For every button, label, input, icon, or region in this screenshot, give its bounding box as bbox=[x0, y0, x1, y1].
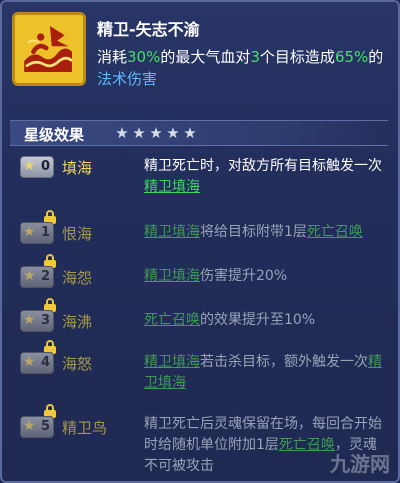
star-icon: ★ bbox=[23, 418, 36, 434]
star-effect-header: 星级效果 ★ ★ ★ ★ ★ bbox=[10, 120, 388, 146]
skill-link[interactable]: 死亡召唤 bbox=[307, 224, 363, 240]
skill-link[interactable]: 死亡召唤 bbox=[144, 312, 200, 328]
desc-text: 个目标造成 bbox=[259, 48, 335, 66]
star-icon: ★ bbox=[115, 124, 129, 142]
effect-text: 将给目标附带1层 bbox=[200, 224, 307, 240]
skill-link[interactable]: 精卫填海 bbox=[144, 179, 200, 195]
effect-description: 精卫填海若击杀目标，额外触发一次精卫填海 bbox=[144, 352, 390, 394]
skill-panel: 精卫-矢志不渝 消耗30%的最大气血对3个目标造成65%的 法术伤害 星级效果 … bbox=[0, 0, 400, 483]
star-icon: ★ bbox=[23, 158, 36, 174]
effect-name: 海沸 bbox=[62, 313, 93, 331]
star-level-number: 2 bbox=[41, 269, 51, 284]
star-icon: ★ bbox=[166, 124, 180, 142]
star-icon: ★ bbox=[132, 124, 146, 142]
water-wave-bird-icon[interactable] bbox=[12, 12, 86, 86]
watermark: 九游网 bbox=[330, 452, 390, 476]
section-title: 星级效果 bbox=[24, 126, 85, 144]
effect-name: 恨海 bbox=[62, 225, 93, 243]
effect-text: 精卫死亡时，对敌方所有目标触发一次 bbox=[144, 158, 382, 174]
desc-target-count: 3 bbox=[250, 48, 260, 66]
desc-text: 的最大气血对 bbox=[160, 48, 251, 66]
skill-description: 消耗30%的最大气血对3个目标造成65%的 法术伤害 bbox=[97, 46, 392, 90]
effect-description: 精卫死亡时，对敌方所有目标触发一次精卫填海 bbox=[144, 156, 390, 198]
star-icon: ★ bbox=[183, 124, 197, 142]
effect-text: 的效果提升至10% bbox=[200, 312, 316, 328]
star-rating: ★ ★ ★ ★ ★ bbox=[114, 125, 198, 141]
skill-link[interactable]: 死亡召唤 bbox=[279, 437, 335, 453]
star-icon: ★ bbox=[149, 124, 163, 142]
effect-name: 填海 bbox=[62, 159, 93, 177]
damage-type: 法术伤害 bbox=[97, 70, 158, 88]
effect-description: 精卫填海伤害提升20% bbox=[144, 266, 390, 287]
star-level-number: 5 bbox=[41, 419, 51, 434]
star-level-badge: ★ 0 bbox=[20, 156, 54, 178]
star-level-badge: ★ 3 bbox=[20, 310, 54, 332]
effect-text: 若击杀目标，额外触发一次 bbox=[200, 354, 368, 370]
star-icon: ★ bbox=[23, 268, 36, 284]
effect-name: 海怨 bbox=[62, 269, 93, 287]
star-level-badge: ★ 1 bbox=[20, 222, 54, 244]
skill-link[interactable]: 精卫填海 bbox=[144, 268, 200, 284]
effect-text: 伤害提升20% bbox=[200, 268, 288, 284]
star-level-badge: ★ 4 bbox=[20, 352, 54, 374]
star-icon: ★ bbox=[23, 354, 36, 370]
star-level-number: 0 bbox=[41, 159, 51, 174]
desc-percent-damage: 65% bbox=[334, 48, 369, 66]
desc-text: 的 bbox=[368, 48, 384, 66]
star-level-badge: ★ 2 bbox=[20, 266, 54, 288]
desc-text: 消耗 bbox=[97, 48, 128, 66]
effect-description: 死亡召唤的效果提升至10% bbox=[144, 310, 390, 331]
star-level-number: 3 bbox=[41, 313, 51, 328]
star-level-badge: ★ 5 bbox=[20, 416, 54, 438]
star-level-number: 4 bbox=[41, 355, 51, 370]
star-icon: ★ bbox=[23, 224, 36, 240]
effect-description: 精卫填海将给目标附带1层死亡召唤 bbox=[144, 222, 390, 243]
skill-title: 精卫-矢志不渝 bbox=[97, 20, 200, 39]
effect-name: 精卫鸟 bbox=[62, 419, 108, 437]
effect-name: 海怒 bbox=[62, 355, 93, 373]
skill-link[interactable]: 精卫填海 bbox=[144, 224, 200, 240]
star-icon: ★ bbox=[23, 312, 36, 328]
desc-percent-cost: 30% bbox=[127, 48, 161, 66]
star-level-number: 1 bbox=[41, 225, 51, 240]
skill-link[interactable]: 精卫填海 bbox=[144, 354, 200, 370]
